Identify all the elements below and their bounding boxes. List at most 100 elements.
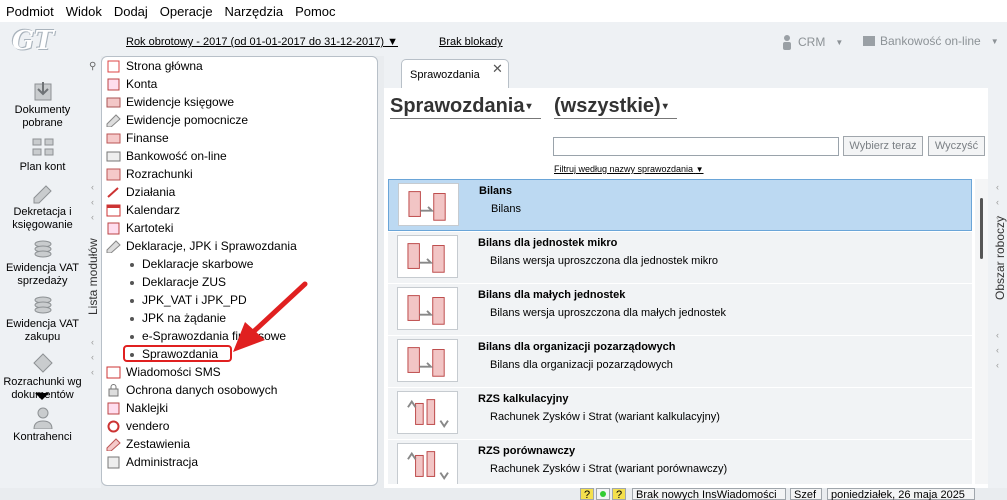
fiscal-year-selector[interactable]: Rok obrotowy - 2017 (od 01-01-2017 do 31… [126,36,398,48]
chevron-left-icon[interactable]: ‹ [996,360,999,370]
clear-button[interactable]: Wyczyść [928,136,985,156]
quick-item-vat-purchase[interactable]: Ewidencja VAT zakupu [0,294,85,344]
download-documents-icon [34,82,51,101]
filter-by-name-link[interactable]: Filtruj według nazwy sprawozdania ▼ [554,164,704,174]
reports-title-dropdown[interactable]: Sprawozdania ▾ [390,95,532,118]
scrollbar-thumb[interactable] [980,198,983,259]
calendar-icon [106,204,121,216]
filter-link-label: Filtruj według nazwy sprawozdania [554,164,694,174]
tree-item-label: Rozrachunki [126,167,193,181]
quick-item-chart-of-accounts[interactable]: Plan kont [0,137,85,174]
tree-item-files[interactable]: Kartoteki [106,221,173,235]
tree-item-reports-summary[interactable]: Zestawienia [106,437,190,451]
crm-button[interactable]: CRM ▼ [780,34,843,50]
tree-item-finance[interactable]: Finanse [106,131,169,145]
chevron-left-icon[interactable]: ‹ [996,182,999,192]
quick-item-label: Kontrahenci [13,431,72,443]
scroll-down-icon[interactable] [35,393,49,400]
profit-loss-icon [397,391,458,434]
list-item[interactable]: Bilans dla jednostek mikro Bilans wersja… [388,231,972,283]
help-icon[interactable]: ? [580,488,594,500]
tree-item-label: Ewidencje księgowe [126,95,235,109]
data-protection-icon [108,383,119,396]
menu-narzedzia[interactable]: Narzędzia [225,4,284,19]
lock-status-link[interactable]: Brak blokady [439,36,503,48]
current-date: poniedziałek, 26 maja 2025 [827,488,975,500]
chevron-down-icon: ▼ [384,36,399,48]
posting-icon [33,185,52,204]
menu-widok[interactable]: Widok [66,4,102,19]
chevron-down-icon: ▼ [835,37,844,47]
tree-item-sms[interactable]: Wiadomości SMS [106,365,221,379]
chevron-left-icon[interactable]: ‹ [91,197,94,207]
tree-item-home[interactable]: Strona główna [106,59,203,73]
tree-item-labels[interactable]: Naklejki [106,401,168,415]
news-status[interactable]: Brak nowych InsWiadomości [632,488,786,500]
report-title: RZS kalkulacyjny [478,393,569,405]
quick-item-posting[interactable]: Dekretacja i księgowanie [0,182,85,232]
report-description: Rachunek Zysków i Strat (wariant porówna… [490,463,728,475]
search-input[interactable] [553,137,839,156]
contractors-icon [32,407,53,429]
subtree-item-tax-declarations[interactable]: Deklaracje skarbowe [130,257,253,271]
tree-item-label: Konta [126,77,158,91]
list-item[interactable]: Bilans dla małych jednostek Bilans wersj… [388,283,972,335]
chevron-left-icon[interactable]: ‹ [996,197,999,207]
select-now-button[interactable]: Wybierz teraz [843,136,923,156]
tree-item-ledger[interactable]: Ewidencje księgowe [106,95,234,109]
menu-dodaj[interactable]: Dodaj [114,4,148,19]
tree-item-label: Naklejki [126,401,169,415]
tree-item-data-protection[interactable]: Ochrona danych osobowych [106,383,277,397]
app-logo: GT [12,26,54,56]
tree-item-vendero[interactable]: vendero [106,419,169,433]
chevron-left-icon[interactable]: ‹ [996,330,999,340]
tree-item-label: Strona główna [126,59,203,73]
chevron-left-icon[interactable]: ‹ [91,367,94,377]
work-area-label[interactable]: Obszar roboczy [993,216,1007,300]
tree-item-auxiliary[interactable]: Ewidencje pomocnicze [106,113,248,127]
chevron-left-icon[interactable]: ‹ [91,182,94,192]
menu-podmiot[interactable]: Podmiot [6,4,54,19]
close-icon[interactable]: ✕ [492,61,503,77]
category-filter-dropdown[interactable]: (wszystkie) ▾ [554,95,668,118]
tree-item-calendar[interactable]: Kalendarz [106,203,180,217]
online-banking-button[interactable]: Bankowość on-line ▼ [862,34,999,48]
reports-list: Bilans Bilans Bilans dla jednostek mikro… [388,179,972,484]
pin-icon[interactable]: ⚲ [89,61,96,72]
chevron-left-icon[interactable]: ‹ [91,352,94,362]
fiscal-year-label: Rok obrotowy - 2017 (od 01-01-2017 do 31… [126,36,385,48]
tree-item-administration[interactable]: Administracja [106,455,198,469]
report-description: Bilans dla organizacji pozarządowych [490,359,673,371]
report-description: Bilans [491,203,521,215]
modules-list-label[interactable]: Lista modułów [86,238,100,315]
tree-item-declarations[interactable]: Deklaracje, JPK i Sprawozdania [106,239,297,253]
quick-item-contractors[interactable]: Kontrahenci [0,407,85,444]
report-title: Bilans dla małych jednostek [478,289,626,301]
list-item[interactable]: RZS porównawczy Rachunek Zysków i Strat … [388,439,972,484]
list-item[interactable]: Bilans dla organizacji pozarządowych Bil… [388,335,972,387]
balance-sheet-icon [397,235,458,278]
chart-of-accounts-icon [32,138,53,156]
tree-item-actions[interactable]: Działania [106,185,175,199]
report-title: Bilans [479,185,513,197]
tree-item-label: Ewidencje pomocnicze [126,113,249,127]
menu-operacje[interactable]: Operacje [160,4,213,19]
subtree-item-zus-declarations[interactable]: Deklaracje ZUS [130,275,226,289]
tree-item-settlements[interactable]: Rozrachunki [106,167,193,181]
tree-item-accounts[interactable]: Konta [106,77,157,91]
quick-item-vat-sales[interactable]: Ewidencja VAT sprzedaży [0,238,85,288]
quick-item-downloaded-documents[interactable]: Dokumenty pobrane [0,80,85,130]
vendero-icon [107,420,120,432]
help-icon[interactable]: ? [612,488,626,500]
subtree-item-jpk-on-demand[interactable]: JPK na żądanie [130,311,226,325]
tab-label: Sprawozdania [410,69,480,81]
chevron-left-icon[interactable]: ‹ [91,337,94,347]
list-item[interactable]: Bilans Bilans [388,179,972,231]
chevron-left-icon[interactable]: ‹ [91,212,94,222]
chevron-down-icon: ▾ [662,101,668,112]
chevron-left-icon[interactable]: ‹ [996,345,999,355]
report-title: RZS porównawczy [478,445,576,457]
list-item[interactable]: RZS kalkulacyjny Rachunek Zysków i Strat… [388,387,972,439]
menu-pomoc[interactable]: Pomoc [295,4,335,19]
tree-item-online-banking[interactable]: Bankowość on-line [106,149,227,163]
